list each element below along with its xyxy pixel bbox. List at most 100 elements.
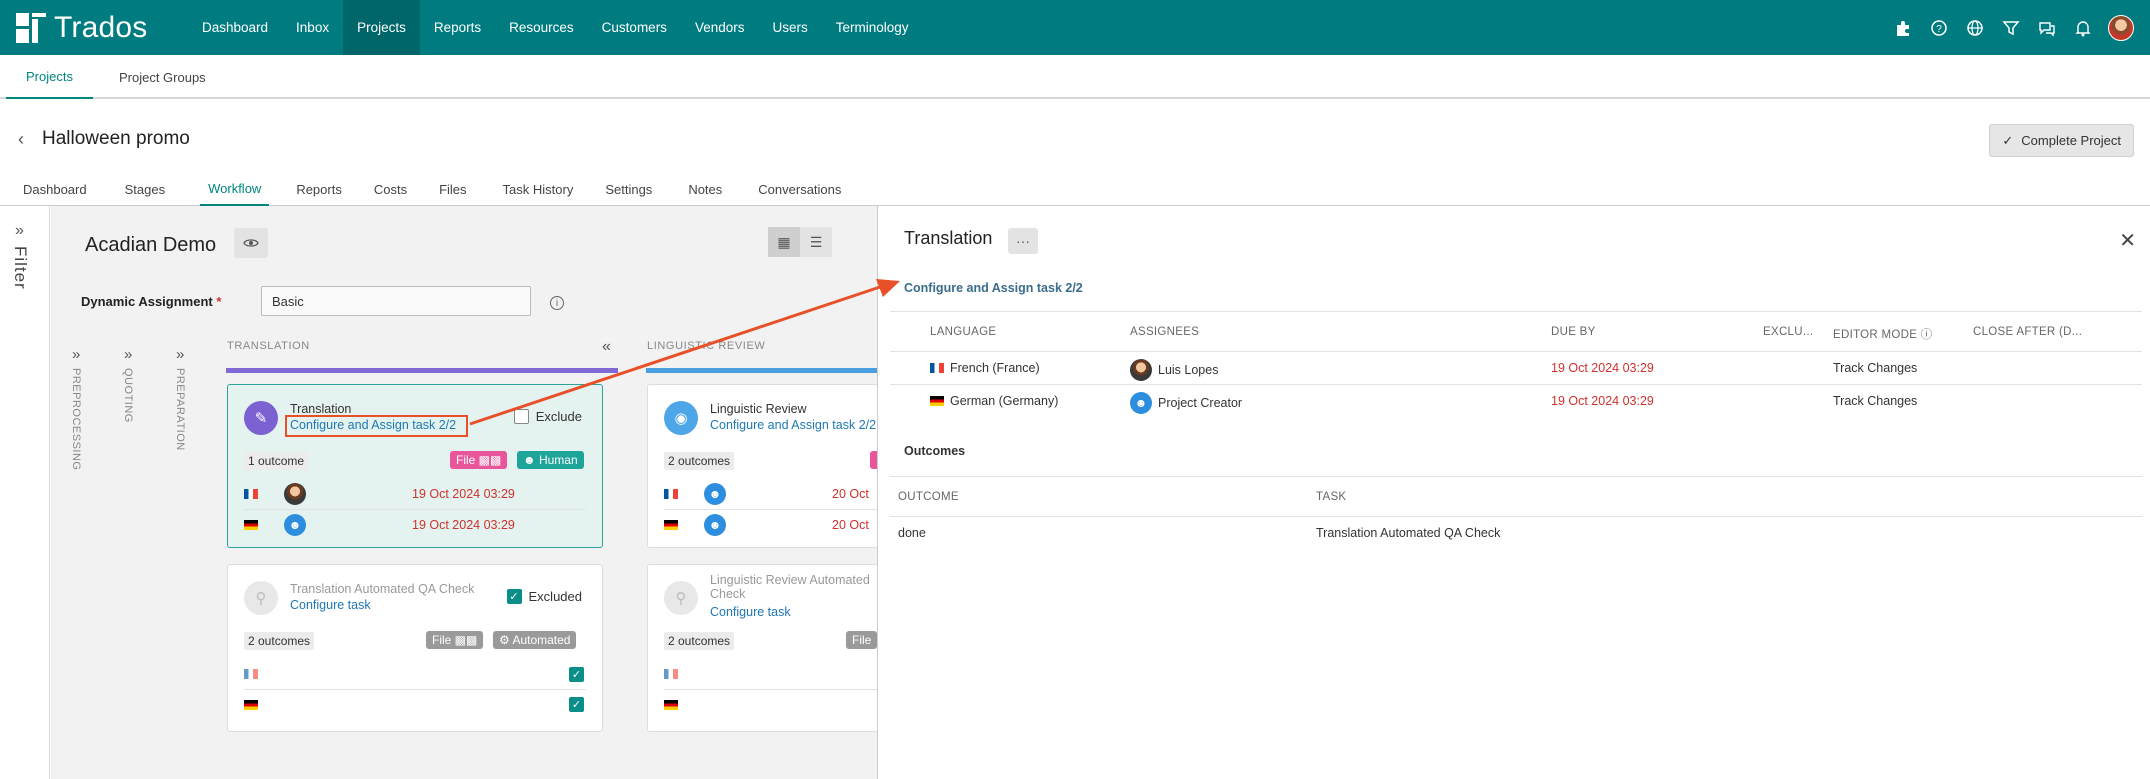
task-card-translation[interactable]: ✎ Translation Configure and Assign task … [227,384,603,548]
filter-panel-collapsed[interactable]: » Filter [0,206,50,779]
filter-icon[interactable] [2000,17,2022,39]
stage-label: PREPARATION [174,368,186,451]
tab-notes[interactable]: Notes [687,172,723,206]
due-cell[interactable]: 19 Oct 2024 03:29 [1551,394,1654,408]
grid-view-icon[interactable]: ▦ [768,227,800,257]
nav-inbox[interactable]: Inbox [282,0,343,55]
task-cell[interactable]: Translation Automated QA Check [1316,526,1500,540]
exclude-checkbox[interactable]: Exclude [513,409,582,424]
workflow-board: Acadian Demo ▦ ☰ Dynamic Assignment * Ba… [51,206,877,779]
expand-filter-icon[interactable]: » [15,222,24,240]
exclude-label: Exclude [535,409,582,424]
dynamic-assignment-field[interactable]: Basic [261,286,531,316]
tab-conversations[interactable]: Conversations [757,172,842,206]
configure-assign-link[interactable]: Configure and Assign task 2/2 [710,418,876,432]
col-outcome: OUTCOME [898,491,959,503]
task-title: Translation [290,402,352,416]
info-icon[interactable]: i [550,296,564,310]
workflow-title: Acadian Demo [85,234,217,256]
col-due-by: DUE BY [1551,326,1596,338]
tab-reports[interactable]: Reports [295,172,343,206]
assignee-cell[interactable]: Luis Lopes [1130,359,1218,381]
table-row [664,659,877,689]
task-card-linguistic-review-qa[interactable]: ⚲ Linguistic Review Automated Check Confi… [647,564,877,732]
file-pill: File ▩▩ [450,451,508,469]
excluded-checkbox[interactable]: ✓ Excluded [506,589,582,604]
view-eye-button[interactable] [234,228,268,258]
configure-task-link[interactable]: Configure task [710,605,791,619]
expand-stage-icon[interactable]: » [72,346,80,363]
stage-preparation-collapsed[interactable]: » PREPARATION [172,346,202,506]
flag-france-icon [664,489,678,499]
excluded-label: Excluded [528,589,582,604]
chat-icon[interactable] [2036,17,2058,39]
table-row: 19 Oct 2024 03:29 [244,479,586,509]
flag-france-icon [244,489,258,499]
table-row: ✓ [244,689,586,719]
dynamic-assignment-label: Dynamic Assignment * [81,294,222,309]
check-icon: ✓ [2002,132,2014,148]
subnav-projects[interactable]: Projects [6,55,93,99]
stage-quoting-collapsed[interactable]: » QUOTING [120,346,150,506]
more-options-button[interactable]: ··· [1008,228,1038,254]
tab-workflow[interactable]: Workflow [200,172,270,206]
nav-vendors[interactable]: Vendors [681,0,759,55]
automated-pill: ⚙ Automated [493,631,577,649]
editor-mode-cell[interactable]: Track Changes [1833,361,1917,375]
collapse-stage-icon[interactable]: « [602,338,611,356]
subnav-project-groups[interactable]: Project Groups [99,55,226,99]
task-title: Translation Automated QA Check [290,582,475,596]
due-date: 20 Oct [832,517,869,532]
expand-stage-icon[interactable]: » [176,346,184,363]
due-cell[interactable]: 19 Oct 2024 03:29 [1551,361,1654,375]
file-pill: File ▩▩ [426,631,484,649]
nav-resources[interactable]: Resources [495,0,588,55]
checkbox-checked-icon[interactable]: ✓ [506,589,522,604]
list-view-icon[interactable]: ☰ [800,227,832,257]
user-avatar[interactable] [2108,14,2134,41]
table-row: ✓ [244,659,586,689]
annotation-highlight-box [285,415,468,437]
nav-users[interactable]: Users [758,0,821,55]
tab-dashboard[interactable]: Dashboard [22,172,88,206]
info-icon[interactable]: ⓘ [1921,329,1933,341]
top-nav-bar: Trados Dashboard Inbox Projects Reports … [0,0,2150,55]
table-row: ☻ 20 Oct [664,509,877,539]
help-icon[interactable]: ? [1928,17,1950,39]
tab-files[interactable]: Files [438,172,467,206]
tab-task-history[interactable]: Task History [502,172,575,206]
puzzle-icon[interactable] [1892,17,1914,39]
task-card-linguistic-review[interactable]: ◉ Linguistic Review Configure and Assign… [647,384,877,548]
nav-dashboard[interactable]: Dashboard [188,0,282,55]
editor-mode-cell[interactable]: Track Changes [1833,394,1917,408]
complete-project-button[interactable]: ✓ Complete Project [1989,124,2134,157]
bell-icon[interactable] [2072,17,2094,39]
checkbox-icon[interactable] [513,409,529,424]
due-date: 19 Oct 2024 03:29 [412,487,515,501]
eye-icon: ◉ [664,401,698,435]
tab-stages[interactable]: Stages [124,172,166,206]
trados-logo[interactable]: Trados [16,11,176,45]
configure-task-link[interactable]: Configure task [290,598,371,612]
checkbox-checked-icon[interactable]: ✓ [569,697,584,712]
task-card-translation-qa[interactable]: ⚲ Translation Automated QA Check Configu… [227,564,603,732]
stage-preprocessing-collapsed[interactable]: » PREPROCESSING [68,346,98,506]
nav-reports[interactable]: Reports [420,0,495,55]
expand-stage-icon[interactable]: » [124,346,132,363]
col-task: TASK [1316,491,1347,503]
checkbox-checked-icon[interactable]: ✓ [569,666,584,682]
tab-settings[interactable]: Settings [604,172,653,206]
nav-customers[interactable]: Customers [588,0,681,55]
stage-bar-linguistic-review [646,368,877,373]
human-pill: ☻ Human [517,451,584,469]
back-chevron-icon[interactable]: ‹ [18,129,24,150]
nav-projects[interactable]: Projects [343,0,420,55]
tab-costs[interactable]: Costs [373,172,408,206]
language-cell: French (France) [930,361,1040,375]
search-icon: ⚲ [664,581,698,615]
assignee-cell[interactable]: ☻ Project Creator [1130,392,1242,414]
nav-terminology[interactable]: Terminology [822,0,923,55]
outcome-count: 2 outcomes [664,452,735,470]
close-icon[interactable]: ✕ [2119,228,2136,253]
globe-icon[interactable] [1964,17,1986,39]
